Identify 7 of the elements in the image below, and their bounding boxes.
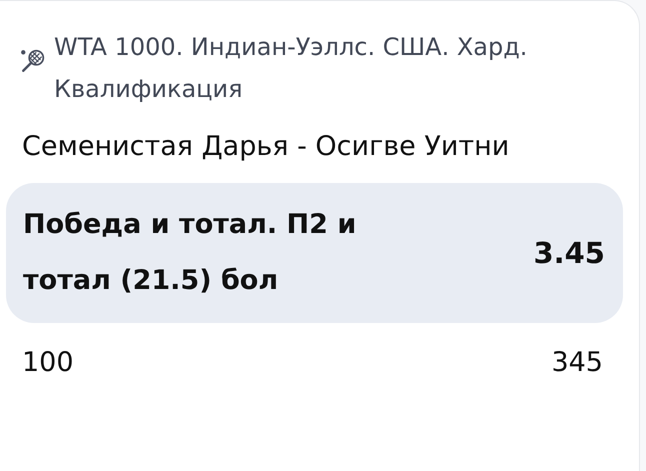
match-title: Семенистая Дарья - Осигве Уитни <box>21 130 510 164</box>
odds-value: 3.45 <box>533 236 605 270</box>
market-name: Победа и тотал. П2 и тотал (21.5) бол <box>23 208 358 298</box>
payout-amount: 345 <box>551 347 603 378</box>
tournament-name: WTA 1000. Индиан-Уэллс. США. Хард. Квалификация <box>54 32 528 105</box>
stake-amount: 100 <box>22 347 74 378</box>
tennis-racket-icon <box>20 48 46 74</box>
